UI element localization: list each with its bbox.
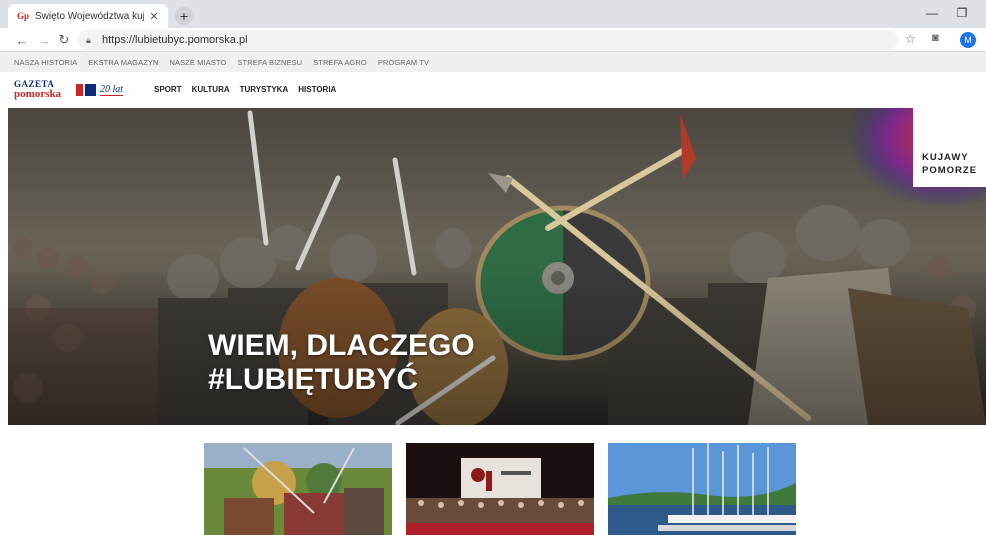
thumbnail-camerimage-festival[interactable] <box>406 443 594 535</box>
hero-title-line2: #LUBIĘTUBYĆ <box>208 363 419 396</box>
hero-image <box>8 108 986 425</box>
camera-icon[interactable]: ◙ <box>932 32 939 44</box>
reload-icon[interactable]: ↻ <box>56 32 72 48</box>
thumbnail-image <box>608 443 796 535</box>
browser-tab[interactable]: Gp Święto Województwa kujawsko-p ✕ <box>8 4 168 28</box>
brand-line1: KUJAWY <box>922 152 969 163</box>
site-header: GAZETA pomorska 20 lat SPORT KULTURA TUR… <box>0 72 986 108</box>
toplink-program-tv[interactable]: PROGRAM TV <box>378 58 429 67</box>
tab-title: Święto Województwa kujawsko-p <box>35 10 144 22</box>
favicon-icon: Gp <box>16 11 29 21</box>
top-links-bar: NASZA HISTORIA EKSTRA MAGAZYN NASZE MIAS… <box>0 52 986 72</box>
nav-sport[interactable]: SPORT <box>154 85 182 94</box>
nav-kultura[interactable]: KULTURA <box>192 85 230 94</box>
anniversary-text: 20 lat <box>100 84 124 96</box>
close-icon[interactable]: ✕ <box>148 10 160 23</box>
toplink-strefa-biznesu[interactable]: STREFA BIZNESU <box>237 58 302 67</box>
minimize-icon[interactable]: — <box>922 6 942 20</box>
toplink-nasze-miasto[interactable]: NASZE MIASTO <box>170 58 227 67</box>
hero-banner[interactable]: WIEM, DLACZEGO #LUBIĘTUBYĆ KUJAWY POMORZ… <box>8 108 986 425</box>
anniversary-badge: 20 lat <box>76 82 132 98</box>
hero-title: WIEM, DLACZEGO #LUBIĘTUBYĆ <box>208 329 475 397</box>
browser-tabstrip: Gp Święto Województwa kujawsko-p ✕ + — ❐ <box>0 0 986 28</box>
toplink-ekstra-magazyn[interactable]: EKSTRA MAGAZYN <box>88 58 158 67</box>
forward-icon[interactable]: → <box>36 32 52 48</box>
avatar[interactable]: M <box>960 32 976 48</box>
anniversary-mark-icon <box>76 84 96 96</box>
toplink-nasza-historia[interactable]: NASZA HISTORIA <box>14 58 77 67</box>
logo-line2: pomorska <box>14 88 62 100</box>
nav-historia[interactable]: HISTORIA <box>298 85 336 94</box>
back-icon[interactable]: ← <box>14 32 30 48</box>
thumbnail-marina[interactable] <box>608 443 796 535</box>
thumbnail-image <box>406 443 594 535</box>
site-nav: SPORT KULTURA TURYSTYKA HISTORIA <box>154 85 336 94</box>
url-text: https://lubietubyc.pomorska.pl <box>102 34 248 46</box>
lock-icon: 🔒︎ <box>86 34 91 45</box>
brand-line2: POMORZE <box>922 165 978 176</box>
nav-turystyka[interactable]: TURYSTYKA <box>240 85 289 94</box>
hero-title-line1: WIEM, DLACZEGO <box>208 329 475 362</box>
browser-toolbar: ← → ↻ 🔒︎ https://lubietubyc.pomorska.pl … <box>0 28 986 52</box>
thumbnail-knights-tournament[interactable] <box>204 443 392 535</box>
star-icon[interactable]: ☆ <box>905 32 916 46</box>
maximize-icon[interactable]: ❐ <box>952 6 972 20</box>
address-bar[interactable]: 🔒︎ https://lubietubyc.pomorska.pl <box>78 30 898 50</box>
site-logo[interactable]: GAZETA pomorska <box>14 80 74 102</box>
plus-icon[interactable]: + <box>175 7 193 25</box>
toplink-strefa-agro[interactable]: STREFA AGRO <box>313 58 367 67</box>
kujawy-pomorze-logo: KUJAWY POMORZE <box>913 108 986 187</box>
thumbnail-image <box>204 443 392 535</box>
